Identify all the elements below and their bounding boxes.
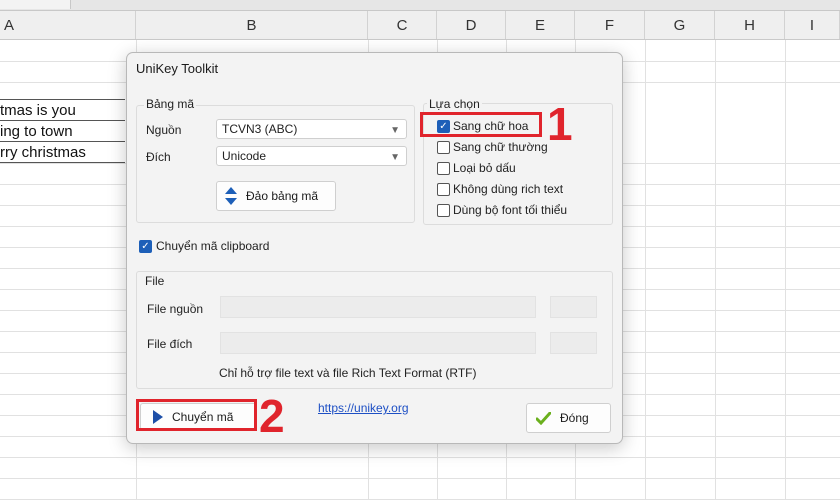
remove-accents-checkbox[interactable] — [437, 162, 450, 175]
highlight-box-uppercase — [420, 112, 542, 137]
cell-a-text-2[interactable]: ing to town — [0, 121, 73, 142]
file-group-label: File — [143, 274, 167, 288]
target-label: Đích — [146, 150, 171, 164]
cell-a-text-3[interactable]: rry christmas — [0, 142, 86, 163]
file-target-input[interactable] — [220, 332, 536, 354]
column-header-e[interactable]: E — [506, 11, 575, 39]
cell-border — [0, 162, 125, 163]
close-button[interactable]: Đóng — [526, 403, 611, 433]
lowercase-checkbox[interactable] — [437, 141, 450, 154]
chevron-down-icon: ▼ — [390, 125, 400, 136]
lowercase-label[interactable]: Sang chữ thường — [453, 140, 548, 154]
target-encoding-select[interactable]: Unicode ▼ — [216, 146, 407, 166]
target-encoding-value: Unicode — [222, 149, 267, 163]
column-header-c[interactable]: C — [368, 11, 437, 39]
column-header-i[interactable]: I — [785, 11, 840, 39]
swap-encoding-button[interactable]: Đảo bảng mã — [216, 181, 336, 211]
column-header-d[interactable]: D — [437, 11, 506, 39]
options-group-label: Lựa chọn — [427, 97, 482, 111]
file-format-note: Chỉ hỗ trợ file text và file Rich Text F… — [219, 366, 477, 380]
source-label: Nguồn — [146, 123, 182, 137]
column-header-b[interactable]: B — [136, 11, 368, 39]
no-rich-text-label[interactable]: Không dùng rich text — [453, 182, 563, 196]
checkmark-icon — [536, 411, 551, 425]
source-encoding-value: TCVN3 (ABC) — [222, 122, 298, 136]
close-button-label: Đóng — [560, 411, 589, 425]
encoding-group-label: Bảng mã — [144, 97, 197, 111]
swap-encoding-label: Đảo bảng mã — [246, 189, 319, 203]
column-header-g[interactable]: G — [645, 11, 715, 39]
chevron-down-icon: ▼ — [390, 152, 400, 163]
step-marker-1: 1 — [547, 98, 573, 150]
no-rich-text-checkbox[interactable] — [437, 183, 450, 196]
file-target-label: File đích — [147, 337, 193, 351]
remove-accents-label[interactable]: Loại bỏ dấu — [453, 161, 516, 175]
column-header-f[interactable]: F — [575, 11, 645, 39]
step-marker-2: 2 — [259, 390, 285, 442]
file-source-label: File nguồn — [147, 302, 204, 316]
column-header-h[interactable]: H — [715, 11, 785, 39]
highlight-box-convert — [136, 399, 257, 431]
clipboard-checkbox[interactable]: ✓ — [139, 240, 152, 253]
unikey-website-link[interactable]: https://unikey.org — [318, 401, 409, 415]
file-source-browse-button[interactable] — [550, 296, 597, 318]
column-header-row: A B C D E F G H I — [0, 11, 840, 40]
source-encoding-select[interactable]: TCVN3 (ABC) ▼ — [216, 119, 407, 139]
dialog-title: UniKey Toolkit — [136, 61, 219, 76]
minimal-font-label[interactable]: Dùng bộ font tối thiểu — [453, 203, 567, 217]
swap-arrows-icon — [225, 187, 237, 205]
file-target-browse-button[interactable] — [550, 332, 597, 354]
column-header-a[interactable]: A — [0, 11, 136, 39]
clipboard-label[interactable]: Chuyển mã clipboard — [156, 239, 269, 253]
file-source-input[interactable] — [220, 296, 536, 318]
cell-a-text-1[interactable]: tmas is you — [0, 100, 76, 121]
minimal-font-checkbox[interactable] — [437, 204, 450, 217]
name-box[interactable] — [0, 0, 71, 9]
formula-bar-area — [0, 0, 840, 11]
